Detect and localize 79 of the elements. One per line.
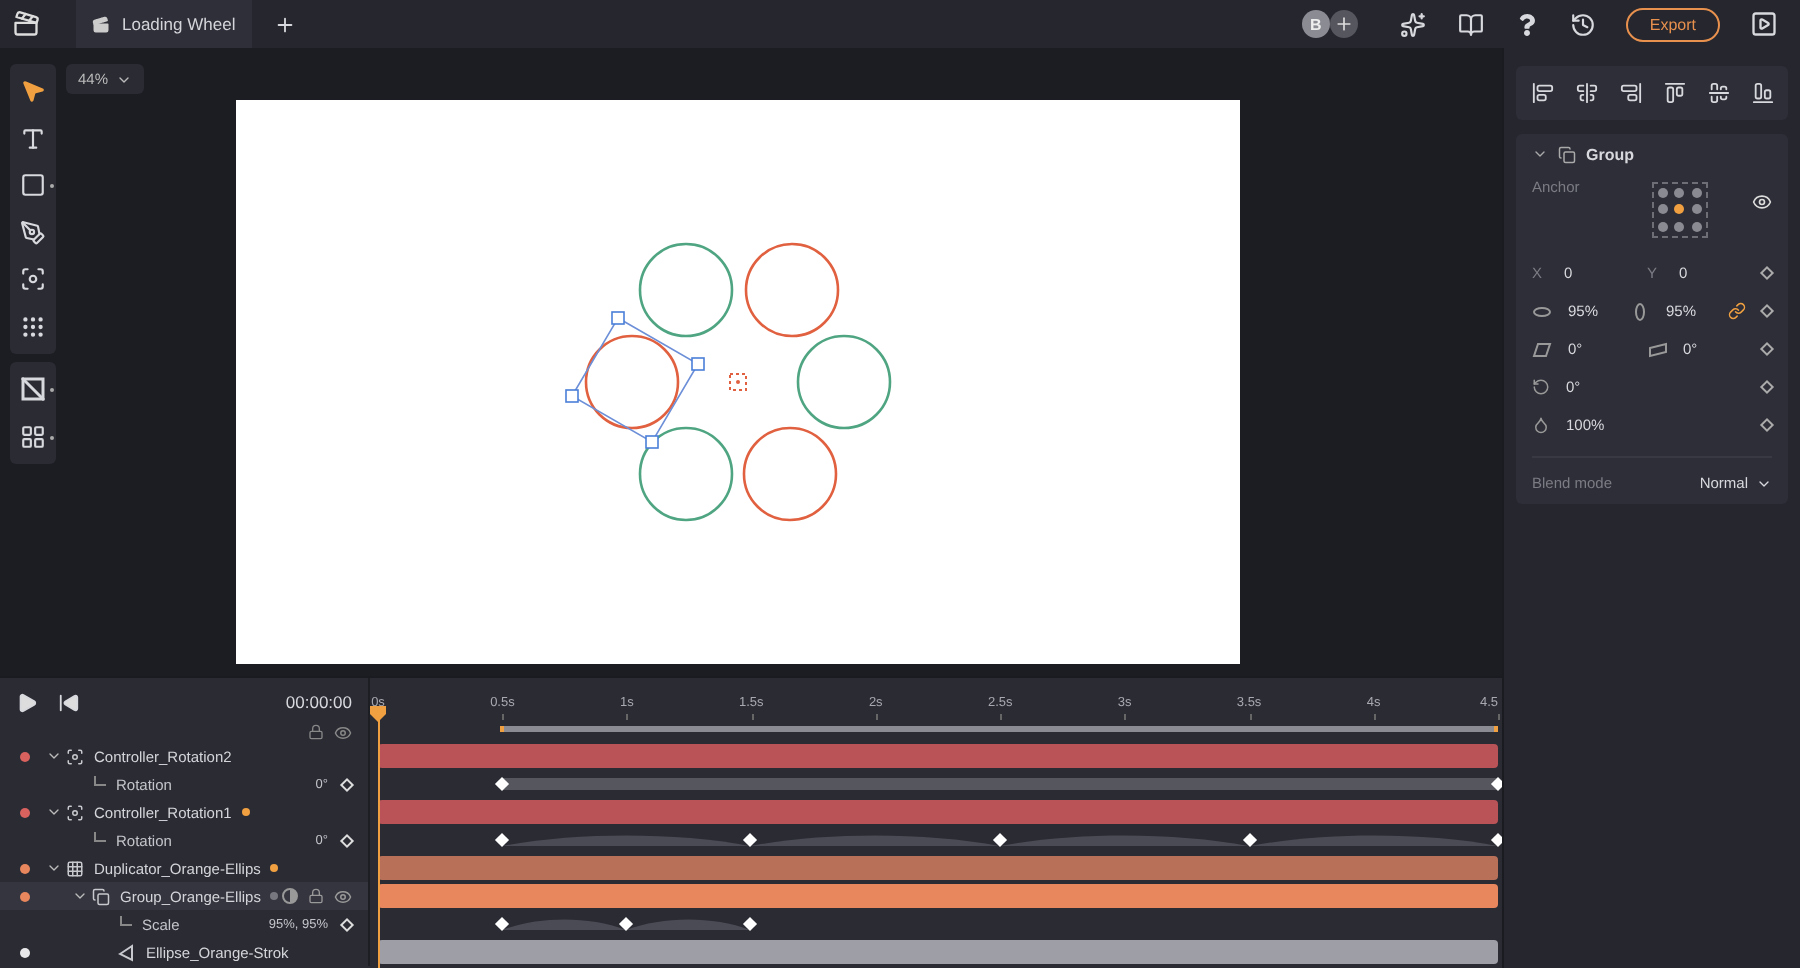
current-time: 00:00:00 bbox=[285, 692, 352, 712]
group-icon bbox=[92, 887, 110, 905]
link-icon[interactable] bbox=[1728, 302, 1746, 320]
play-button[interactable] bbox=[16, 691, 38, 713]
chevron-icon[interactable] bbox=[46, 748, 62, 764]
play-square-icon bbox=[1750, 10, 1778, 38]
anchor-point[interactable] bbox=[1691, 222, 1702, 233]
grid-icon bbox=[66, 859, 84, 877]
layer-track-bar[interactable] bbox=[378, 940, 1498, 964]
layer-track-bar[interactable] bbox=[378, 884, 1498, 908]
layer-track-bar[interactable] bbox=[378, 800, 1498, 824]
play-icon bbox=[16, 691, 38, 713]
keyframe-toggle-icon[interactable] bbox=[1759, 265, 1775, 281]
skip-back-icon bbox=[58, 691, 80, 713]
keyframe-toggle-icon[interactable] bbox=[1759, 341, 1775, 357]
anchor-point[interactable] bbox=[1657, 187, 1668, 198]
horizontal-oval-icon bbox=[1532, 301, 1552, 321]
target-icon bbox=[20, 266, 46, 293]
lock-icon[interactable] bbox=[308, 724, 324, 740]
dotted-grid-icon bbox=[20, 313, 46, 340]
anchor-point[interactable] bbox=[1657, 204, 1668, 215]
anchor-point[interactable] bbox=[1674, 222, 1685, 233]
chevron-icon[interactable] bbox=[72, 888, 88, 904]
keyframe-toggle-icon[interactable] bbox=[1759, 303, 1775, 319]
eye-icon[interactable] bbox=[334, 887, 352, 905]
sparkles-icon bbox=[1399, 11, 1426, 37]
circle-shape[interactable] bbox=[638, 426, 734, 522]
anchor-point[interactable] bbox=[1674, 187, 1685, 198]
playhead-handle[interactable] bbox=[370, 706, 386, 722]
anchor-grid[interactable] bbox=[1651, 182, 1708, 238]
clapperboard-icon bbox=[92, 15, 110, 33]
anchor-point[interactable] bbox=[1691, 187, 1702, 198]
eye-icon[interactable] bbox=[334, 724, 352, 742]
work-area-start-handle[interactable] bbox=[500, 726, 505, 732]
pointer-icon bbox=[20, 78, 46, 105]
layer-track-bar[interactable] bbox=[378, 856, 1498, 880]
circle-shape[interactable] bbox=[638, 242, 734, 338]
keyframe-toggle-icon[interactable] bbox=[1759, 417, 1775, 433]
anchor-point[interactable] bbox=[1657, 222, 1668, 233]
parallelogram-icon bbox=[1532, 339, 1552, 359]
book-icon bbox=[1457, 11, 1484, 37]
circle-shape[interactable] bbox=[796, 334, 892, 430]
pen-icon bbox=[20, 219, 46, 246]
blend-icon[interactable] bbox=[282, 887, 298, 903]
crossed-square-icon bbox=[20, 376, 46, 403]
rotate-icon bbox=[1532, 378, 1550, 396]
add-user-button[interactable] bbox=[1329, 10, 1358, 38]
target-icon bbox=[66, 803, 84, 821]
work-area-end-handle[interactable] bbox=[1494, 726, 1499, 732]
history-icon bbox=[1569, 11, 1596, 37]
plus-icon bbox=[1333, 14, 1354, 34]
circle-shape[interactable] bbox=[744, 242, 840, 338]
drop-icon bbox=[1532, 416, 1550, 434]
layer-track-bar[interactable] bbox=[378, 744, 1498, 768]
circle-shape[interactable] bbox=[584, 334, 680, 430]
panel-title: Group bbox=[1586, 145, 1634, 163]
anchor-point[interactable] bbox=[1691, 204, 1702, 215]
components-icon bbox=[20, 423, 46, 450]
export-button[interactable]: Export bbox=[1625, 7, 1720, 41]
document-tab[interactable]: Loading Wheel bbox=[76, 0, 252, 48]
text-icon bbox=[20, 125, 46, 152]
target-icon bbox=[66, 747, 84, 765]
circle-shape[interactable] bbox=[742, 426, 838, 522]
anchor-point[interactable] bbox=[1674, 204, 1685, 215]
chevron-icon[interactable] bbox=[1532, 146, 1548, 162]
plus-icon bbox=[273, 13, 296, 35]
keyframe-toggle-icon[interactable] bbox=[1759, 379, 1775, 395]
vertical-oval-icon bbox=[1630, 301, 1650, 321]
help-icon bbox=[1515, 13, 1538, 35]
parallelogram-icon bbox=[1647, 339, 1667, 359]
chevron-icon[interactable] bbox=[46, 804, 62, 820]
pivot-marker-icon bbox=[729, 373, 747, 391]
stroke-shape-icon bbox=[118, 943, 136, 961]
chevron-icon[interactable] bbox=[46, 860, 62, 876]
rectangle-icon bbox=[20, 172, 46, 199]
selection-box[interactable] bbox=[565, 311, 705, 449]
lock-icon[interactable] bbox=[308, 887, 324, 903]
group-icon bbox=[1558, 145, 1576, 163]
app-logo-icon[interactable] bbox=[12, 10, 40, 38]
